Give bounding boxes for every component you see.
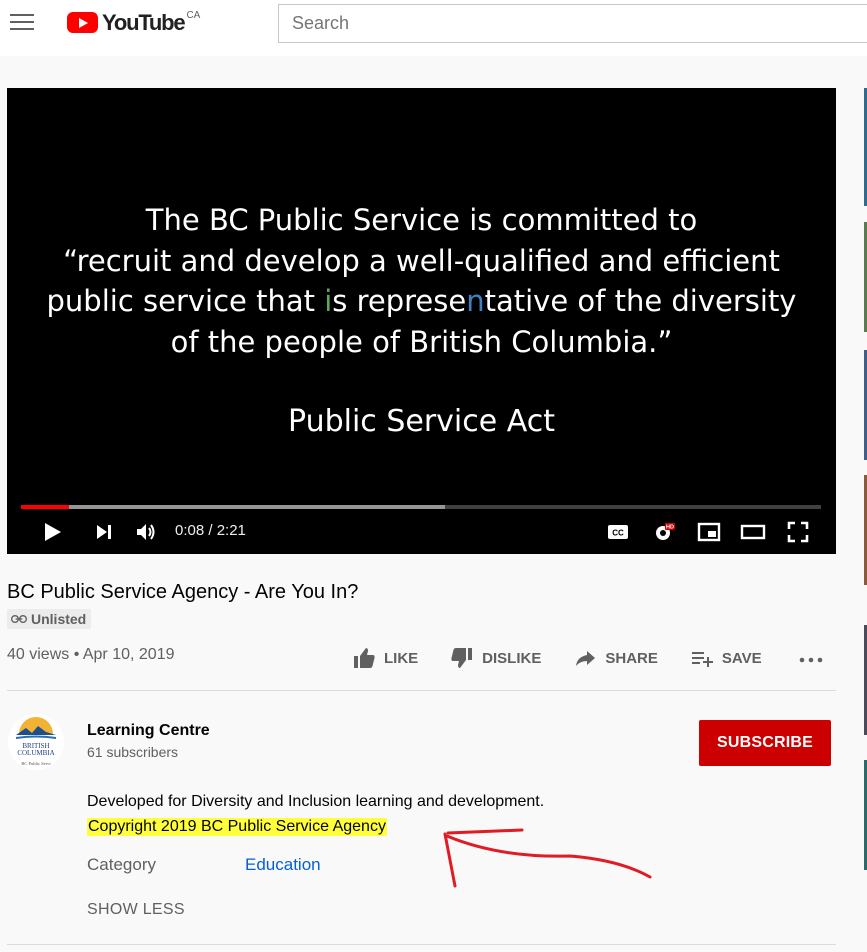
svg-text:CC: CC	[612, 529, 624, 538]
save-button[interactable]: SAVE	[690, 646, 762, 670]
unlisted-badge: Unlisted	[7, 609, 92, 629]
channel-name[interactable]: Learning Centre	[87, 722, 210, 740]
player-controls: 0:08 / 2:21 CC HD	[7, 514, 836, 550]
captions-icon[interactable]: CC	[605, 520, 631, 544]
search-input[interactable]	[292, 13, 864, 34]
progress-played	[21, 505, 69, 509]
description-line: Developed for Diversity and Inclusion le…	[87, 793, 545, 810]
miniplayer-icon[interactable]	[696, 520, 722, 544]
dislike-label: DISLIKE	[482, 649, 542, 667]
bc-logo-icon: BRITISH COLUMBIA BC Public Servi	[8, 714, 64, 770]
progress-bar[interactable]	[21, 505, 821, 509]
guide-menu-icon[interactable]	[10, 14, 34, 32]
save-label: SAVE	[721, 649, 762, 667]
share-arrow-icon	[576, 651, 596, 666]
svg-text:HD: HD	[666, 525, 674, 531]
youtube-play-icon	[67, 12, 98, 33]
video-title: BC Public Service Agency - Are You In?	[7, 581, 359, 603]
show-less-button[interactable]: SHOW LESS	[87, 901, 185, 919]
like-label: LIKE	[384, 649, 419, 667]
fullscreen-icon[interactable]	[785, 520, 811, 544]
svg-text:BC Public Servi: BC Public Servi	[21, 761, 51, 766]
next-icon[interactable]	[91, 520, 117, 544]
divider	[7, 944, 836, 945]
video-frame-attribution: Public Service Act	[288, 404, 555, 439]
video-player[interactable]: The BC Public Service is committed to “r…	[7, 88, 836, 554]
volume-icon[interactable]	[133, 520, 159, 544]
category-link[interactable]: Education	[245, 855, 321, 875]
video-frame-quote: The BC Public Service is committed to “r…	[7, 200, 836, 362]
quote-line: of the people of British Columbia.”	[170, 324, 673, 359]
dislike-button[interactable]: DISLIKE	[450, 646, 541, 670]
logo-region: CA	[186, 10, 201, 21]
masthead: YouTube CA	[0, 0, 867, 56]
quote-line: The BC Public Service is committed to	[145, 203, 698, 237]
quote-line: “recruit and develop a well-qualified an…	[63, 243, 780, 278]
playlist-add-icon	[691, 652, 713, 667]
more-actions-icon[interactable]	[798, 648, 824, 670]
thumbs-up-icon	[354, 648, 375, 668]
red-annotation-arrow	[443, 828, 652, 888]
share-button[interactable]: SHARE	[573, 646, 658, 670]
svg-text:COLUMBIA: COLUMBIA	[17, 749, 54, 757]
play-icon[interactable]	[39, 520, 65, 544]
share-label: SHARE	[605, 649, 658, 667]
time-display: 0:08 / 2:21	[175, 522, 246, 539]
like-button[interactable]: LIKE	[352, 646, 418, 670]
quote-line: public service that is representative of…	[46, 284, 797, 318]
progress-buffered	[21, 505, 445, 509]
theater-mode-icon[interactable]	[740, 520, 766, 544]
search-box[interactable]	[278, 4, 867, 43]
settings-icon[interactable]: HD	[651, 520, 677, 544]
youtube-logo[interactable]: YouTube CA	[67, 10, 201, 35]
channel-avatar[interactable]: BRITISH COLUMBIA BC Public Servi	[8, 714, 64, 770]
subscriber-count: 61 subscribers	[87, 744, 179, 760]
description-copyright-highlighted: Copyright 2019 BC Public Service Agency	[87, 818, 387, 836]
category-label: Category	[87, 855, 156, 874]
video-actions: LIKE DISLIKE SHARE SAVE	[352, 645, 794, 671]
view-count-date: 40 views • Apr 10, 2019	[7, 646, 175, 663]
thumbs-down-icon	[451, 648, 473, 668]
divider	[7, 690, 836, 691]
logo-text: YouTube	[102, 10, 186, 35]
subscribe-button[interactable]: SUBSCRIBE	[699, 720, 831, 766]
link-icon	[11, 615, 27, 623]
badge-label: Unlisted	[31, 611, 87, 627]
